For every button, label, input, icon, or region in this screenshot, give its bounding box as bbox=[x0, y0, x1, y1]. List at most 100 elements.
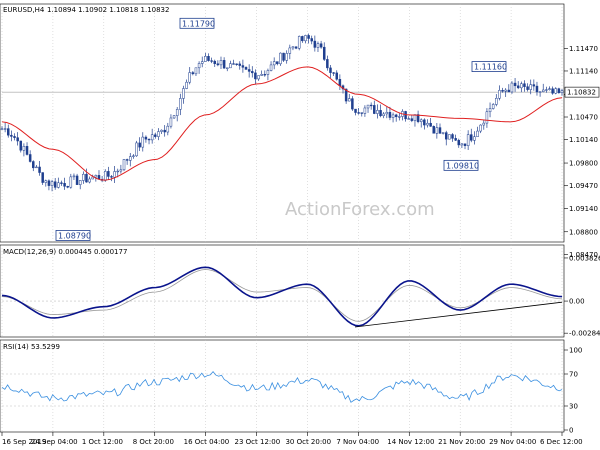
candle-body bbox=[438, 127, 442, 134]
candle-body bbox=[19, 140, 23, 151]
candle-body bbox=[473, 136, 476, 141]
candle-body bbox=[532, 84, 536, 87]
candle-body bbox=[501, 90, 504, 92]
x-tick-label: 1 Oct 12:00 bbox=[82, 438, 123, 446]
main-panel bbox=[0, 3, 565, 243]
candle-body bbox=[191, 72, 195, 75]
candle-body bbox=[335, 72, 338, 80]
main-tick-label: 1.10140 bbox=[569, 136, 598, 144]
candle-body bbox=[423, 119, 426, 126]
candle-body bbox=[144, 136, 148, 140]
candle-body bbox=[50, 181, 54, 186]
candle-body bbox=[310, 38, 313, 42]
candle-body bbox=[10, 134, 13, 137]
candle-body bbox=[297, 36, 301, 49]
candle-body bbox=[276, 61, 279, 65]
candle-body bbox=[179, 98, 182, 110]
candle-body bbox=[548, 88, 551, 90]
candle-body bbox=[163, 129, 166, 133]
candle-body bbox=[432, 126, 435, 134]
candle-body bbox=[369, 104, 373, 107]
candle-body bbox=[185, 81, 188, 89]
x-tick-label: 14 Nov 12:00 bbox=[387, 438, 434, 446]
candle-body bbox=[523, 83, 526, 87]
candle-body bbox=[207, 56, 210, 61]
candle-body bbox=[88, 178, 91, 183]
y-axis-ticks: 1.114701.111401.108001.104701.101401.098… bbox=[564, 45, 600, 435]
x-axis-ticks: 16 Sep 201924 Sep 04:00 1 Oct 12:00 8 Oct … bbox=[1, 432, 583, 446]
candle-body bbox=[541, 89, 545, 92]
candle-body bbox=[82, 173, 85, 181]
macd-tick-label: 0.003826 bbox=[569, 254, 600, 262]
candle-body bbox=[226, 67, 229, 69]
candle-body bbox=[394, 114, 398, 118]
candle-body bbox=[332, 72, 335, 74]
candle-body bbox=[507, 89, 511, 93]
candle-body bbox=[460, 143, 464, 146]
candle-body bbox=[319, 43, 323, 48]
candle-body bbox=[94, 175, 98, 178]
candle-body bbox=[426, 122, 429, 126]
candle-body bbox=[141, 136, 145, 148]
candle-body bbox=[294, 46, 298, 49]
candle-body bbox=[485, 111, 489, 124]
candle-body bbox=[272, 61, 276, 66]
price-annotation-label: 1.11160 bbox=[474, 63, 507, 72]
candle-body bbox=[125, 159, 129, 161]
candle-body bbox=[266, 70, 270, 75]
candle-body bbox=[357, 112, 360, 114]
candle-body bbox=[495, 97, 498, 105]
candle-body bbox=[138, 142, 141, 148]
candle-body bbox=[63, 183, 66, 187]
candle-body bbox=[213, 60, 216, 64]
candle-body bbox=[351, 98, 354, 110]
candle-body bbox=[366, 104, 370, 109]
candle-body bbox=[160, 129, 163, 132]
candle-body bbox=[560, 90, 564, 94]
main-tick-label: 1.09800 bbox=[569, 160, 598, 168]
candle-body bbox=[175, 109, 179, 116]
candle-body bbox=[551, 88, 554, 94]
candle-body bbox=[554, 88, 557, 94]
candle-body bbox=[491, 104, 495, 109]
rsi-tick-label: 100 bbox=[569, 347, 582, 355]
candle-body bbox=[44, 180, 48, 183]
candle-body bbox=[520, 83, 523, 89]
candle-body bbox=[448, 134, 451, 140]
candle-body bbox=[482, 122, 486, 126]
candle-body bbox=[103, 171, 107, 181]
candle-body bbox=[229, 63, 232, 69]
x-tick-label: 8 Oct 20:00 bbox=[133, 438, 174, 446]
candle-body bbox=[307, 35, 310, 39]
candle-body bbox=[348, 98, 351, 102]
candle-body bbox=[110, 176, 113, 178]
candle-body bbox=[263, 74, 267, 76]
candle-body bbox=[388, 111, 392, 118]
candle-body bbox=[269, 64, 273, 71]
candle-body bbox=[119, 169, 123, 172]
candle-body bbox=[382, 113, 385, 117]
candle-body bbox=[238, 63, 242, 66]
candle-body bbox=[251, 71, 254, 74]
rsi-tick-label: 0 bbox=[569, 427, 573, 435]
candle-body bbox=[476, 130, 479, 137]
x-tick-label: 24 Sep 04:00 bbox=[31, 438, 78, 446]
candle-body bbox=[129, 156, 132, 161]
candle-body bbox=[75, 175, 79, 185]
candle-body bbox=[16, 137, 19, 142]
candle-body bbox=[22, 146, 26, 151]
x-tick-label: 29 Nov 04:00 bbox=[489, 438, 536, 446]
x-tick-label: 23 Oct 12:00 bbox=[235, 438, 281, 446]
candle-body bbox=[35, 166, 38, 169]
candle-body bbox=[132, 155, 135, 157]
macd-tick-label: 0.00 bbox=[569, 298, 585, 306]
candle-body bbox=[488, 108, 492, 113]
candle-body bbox=[338, 79, 342, 86]
candle-body bbox=[429, 122, 432, 127]
macd-title: MACD(12,26,9) 0.000445 0.000177 bbox=[3, 248, 127, 256]
candle-body bbox=[247, 69, 251, 72]
candle-body bbox=[172, 115, 176, 119]
candle-body bbox=[385, 111, 389, 115]
candle-body bbox=[376, 110, 379, 114]
macd-tick-label: -0.002849 bbox=[569, 330, 600, 338]
